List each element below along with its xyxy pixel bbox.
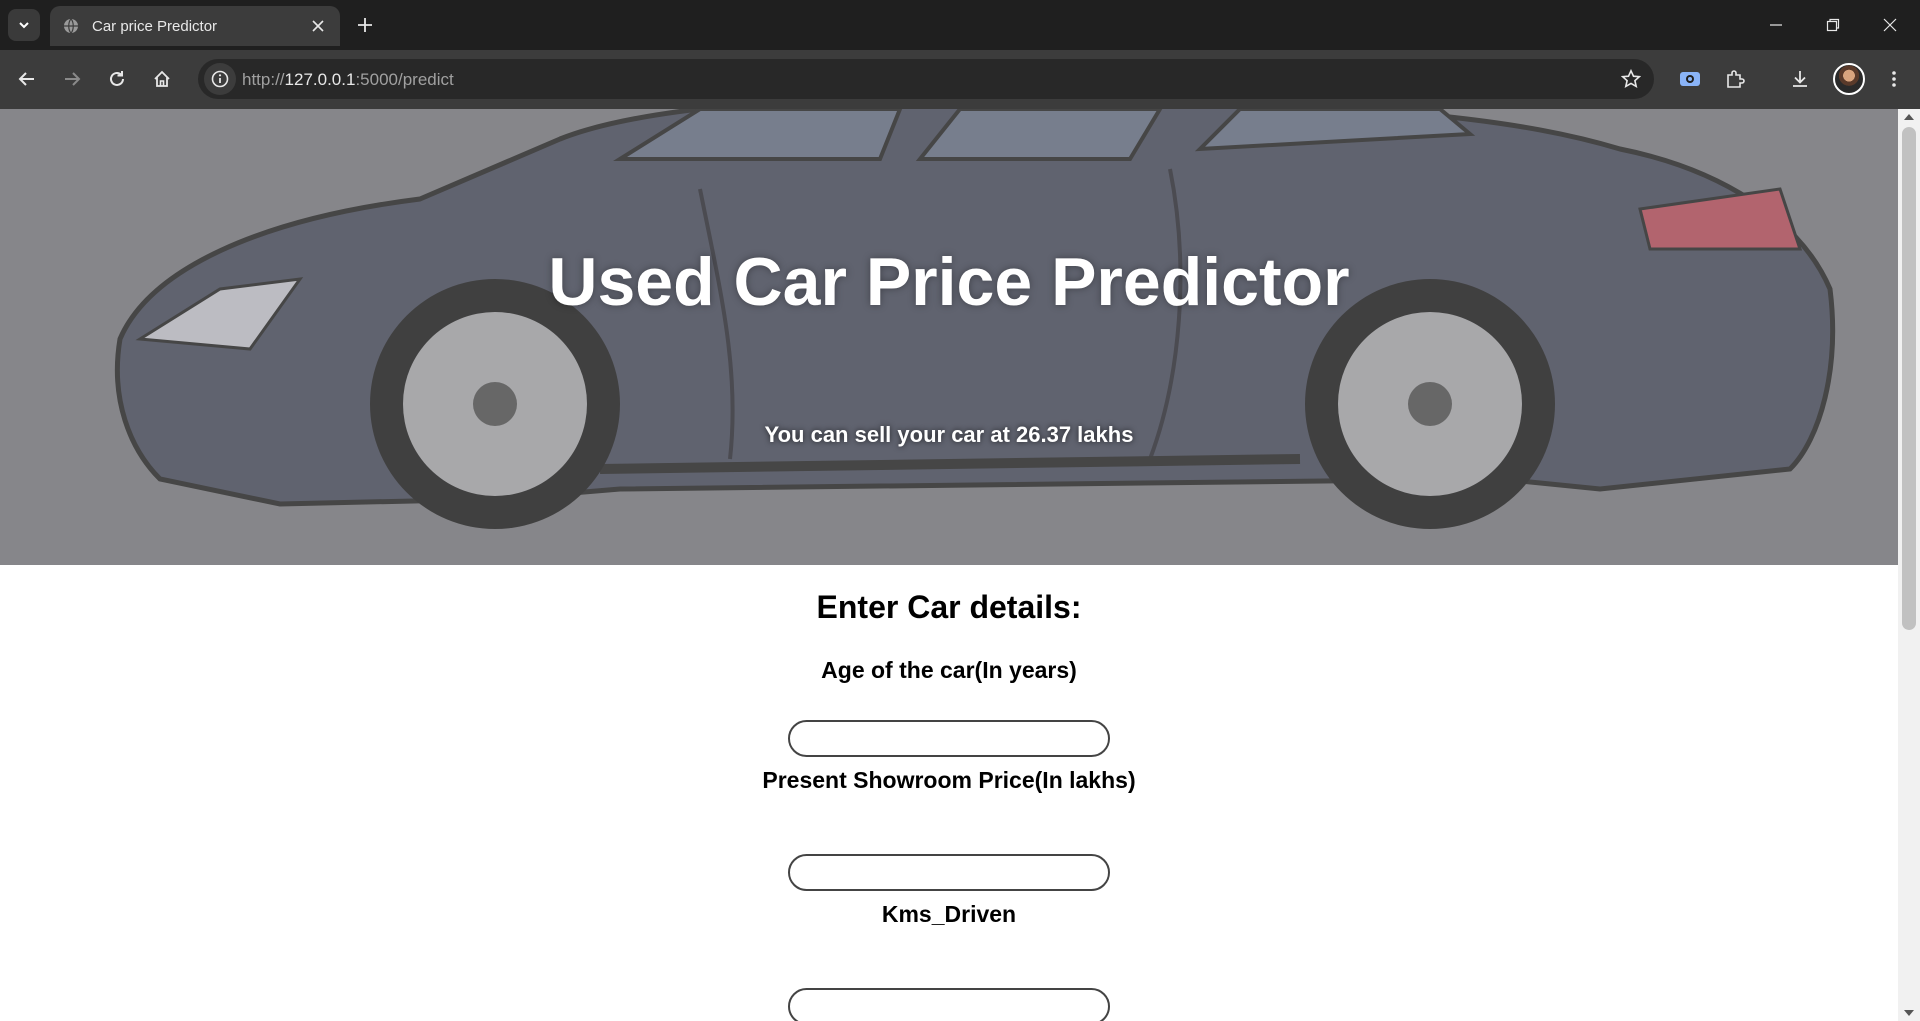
- scroll-down-icon[interactable]: [1898, 1005, 1920, 1021]
- new-tab-button[interactable]: [352, 12, 378, 38]
- url-path: :5000/predict: [355, 70, 454, 89]
- minimize-button[interactable]: [1748, 0, 1804, 50]
- close-window-button[interactable]: [1862, 0, 1918, 50]
- site-info-button[interactable]: [204, 63, 236, 95]
- home-icon: [154, 70, 170, 87]
- page-scrollbar[interactable]: [1898, 109, 1920, 1021]
- age-input[interactable]: [788, 720, 1110, 757]
- info-icon: [211, 70, 229, 88]
- tab-title: Car price Predictor: [92, 17, 218, 35]
- reload-icon: [110, 71, 124, 86]
- form-heading: Enter Car details:: [816, 589, 1082, 625]
- close-icon: [1883, 18, 1897, 32]
- prediction-result: You can sell your car at 26.37 lakhs: [764, 422, 1134, 447]
- tab-search-button[interactable]: [8, 9, 40, 41]
- url-text[interactable]: http://127.0.0.1:5000/predict: [242, 70, 454, 90]
- showroom-price-label: Present Showroom Price(In lakhs): [762, 767, 1136, 793]
- kms-driven-label: Kms_Driven: [881, 901, 1017, 927]
- showroom-price-input[interactable]: [788, 854, 1110, 891]
- url-host: 127.0.0.1: [284, 70, 356, 89]
- forward-button[interactable]: [55, 62, 89, 96]
- page-title: Used Car Price Predictor: [548, 244, 1350, 320]
- browser-chrome: Car price Predictor http://127.0.0.1:500…: [0, 0, 1920, 109]
- car-background-image: [0, 109, 1898, 565]
- url-scheme: http://: [242, 70, 285, 89]
- page-viewport: Used Car Price Predictor You can sell yo…: [0, 109, 1920, 1021]
- tab-car-price-predictor[interactable]: Car price Predictor: [50, 6, 340, 46]
- chevron-down-icon: [19, 22, 29, 29]
- restore-button[interactable]: [1805, 0, 1861, 50]
- kms-driven-input[interactable]: [788, 988, 1110, 1021]
- scrollbar-thumb[interactable]: [1902, 127, 1916, 630]
- home-button[interactable]: [145, 62, 179, 96]
- arrow-left-icon: [18, 72, 34, 86]
- close-tab-icon[interactable]: [306, 14, 330, 38]
- extensions-icon[interactable]: [1718, 62, 1752, 96]
- reload-button[interactable]: [100, 62, 134, 96]
- minimize-icon: [1770, 24, 1782, 26]
- restore-icon: [1826, 18, 1840, 32]
- browser-toolbar: http://127.0.0.1:5000/predict: [0, 50, 1920, 109]
- globe-icon: [62, 17, 80, 35]
- menu-kebab-icon[interactable]: [1877, 62, 1911, 96]
- age-label: Age of the car(In years): [821, 657, 1077, 683]
- arrow-right-icon: [65, 72, 81, 86]
- plus-icon: [358, 18, 372, 32]
- tab-strip: Car price Predictor: [0, 0, 1920, 50]
- address-bar[interactable]: http://127.0.0.1:5000/predict: [198, 59, 1654, 99]
- hero-banner: Used Car Price Predictor You can sell yo…: [0, 109, 1898, 565]
- bookmark-star-icon[interactable]: [1618, 66, 1644, 92]
- scroll-up-icon[interactable]: [1898, 109, 1920, 125]
- download-icon[interactable]: [1783, 62, 1817, 96]
- screen-capture-icon[interactable]: [1673, 62, 1707, 96]
- profile-avatar[interactable]: [1833, 63, 1865, 95]
- back-button[interactable]: [10, 62, 44, 96]
